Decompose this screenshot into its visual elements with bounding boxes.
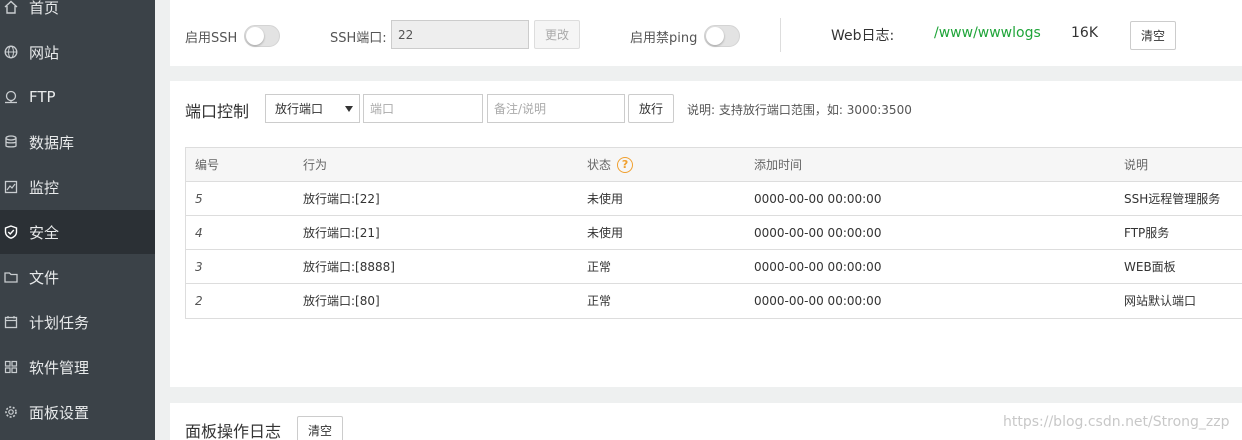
header-time: 添加时间: [754, 158, 803, 172]
table-row: 5 放行端口:[22] 未使用 0000-00-00 00:00:00 SSH远…: [186, 182, 1242, 216]
sidebar-item-label: 网站: [29, 43, 60, 62]
sidebar-item-label: 计划任务: [29, 313, 90, 332]
database-icon: [4, 135, 18, 149]
port-hint: 说明: 支持放行端口范围，如: 3000:3500: [687, 103, 912, 117]
weblog-label: Web日志:: [831, 28, 895, 44]
row-id: 4: [195, 225, 203, 240]
sidebar-item-software[interactable]: 软件管理: [0, 345, 155, 389]
row-action: 放行端口:[22]: [303, 192, 380, 206]
sidebar-item-label: 面板设置: [29, 403, 90, 422]
header-desc: 说明: [1124, 158, 1149, 172]
row-status: 未使用: [587, 192, 624, 206]
sidebar-item-database[interactable]: 数据库: [0, 120, 155, 164]
shield-icon: [4, 225, 18, 239]
calendar-icon: [4, 315, 18, 329]
chevron-down-icon: [345, 106, 353, 112]
header-status: 状态 ?: [587, 148, 634, 181]
header-id: 编号: [195, 158, 220, 172]
sidebar-item-settings[interactable]: 面板设置: [0, 390, 155, 434]
watermark: https://blog.csdn.net/Strong_zzp: [1003, 414, 1230, 430]
row-desc: FTP服务: [1124, 226, 1170, 240]
port-input[interactable]: 端口: [363, 94, 483, 123]
sidebar-item-security[interactable]: 安全: [0, 210, 155, 254]
row-id: 2: [195, 293, 203, 308]
ftp-icon: [4, 90, 18, 104]
remark-input[interactable]: 备注/说明: [487, 94, 625, 123]
weblog-size: 16K: [1071, 25, 1098, 41]
header-status-label: 状态: [587, 158, 612, 172]
header-action: 行为: [303, 158, 328, 172]
row-id: 5: [195, 191, 203, 206]
sidebar-item-cron[interactable]: 计划任务: [0, 300, 155, 344]
row-desc: SSH远程管理服务: [1124, 192, 1221, 206]
ping-toggle[interactable]: [704, 25, 740, 47]
row-status: 正常: [587, 294, 612, 308]
ssh-toggle[interactable]: [244, 25, 280, 47]
toggle-knob: [246, 27, 264, 45]
row-action: 放行端口:[21]: [303, 226, 380, 240]
toggle-knob: [706, 27, 724, 45]
sidebar: 首页 网站 FTP 数据库 监控 安全 文件 计划任务 软件管理 面板设置: [0, 0, 155, 440]
row-action: 放行端口:[80]: [303, 294, 380, 308]
row-status: 未使用: [587, 226, 624, 240]
port-control-title: 端口控制: [185, 102, 250, 121]
panel-log-title: 面板操作日志: [185, 422, 282, 440]
sidebar-item-monitor[interactable]: 监控: [0, 165, 155, 209]
sidebar-item-label: 数据库: [29, 133, 75, 152]
sidebar-item-website[interactable]: 网站: [0, 30, 155, 74]
ping-label: 启用禁ping: [630, 31, 698, 46]
sidebar-item-label: 首页: [29, 0, 60, 17]
table-header: 编号 行为 状态 ? 添加时间 说明: [186, 148, 1242, 182]
question-circle-icon[interactable]: ?: [617, 156, 634, 173]
row-action: 放行端口:[8888]: [303, 260, 395, 274]
ssh-port-label: SSH端口:: [330, 31, 387, 46]
gear-icon: [4, 405, 18, 419]
row-status: 正常: [587, 260, 612, 274]
folder-icon: [4, 270, 18, 284]
sidebar-item-label: 安全: [29, 223, 60, 242]
sidebar-item-label: 文件: [29, 268, 60, 287]
row-desc: 网站默认端口: [1124, 294, 1197, 308]
monitor-icon: [4, 180, 18, 194]
grid-icon: [4, 360, 18, 374]
sidebar-item-label: 监控: [29, 178, 60, 197]
sidebar-item-ftp[interactable]: FTP: [0, 75, 155, 119]
sidebar-item-label: FTP: [29, 88, 56, 106]
row-time: 0000-00-00 00:00:00: [754, 293, 882, 308]
rule-type-select[interactable]: 放行端口: [265, 94, 360, 123]
ssh-port-input[interactable]: 22: [391, 20, 529, 49]
port-rules-table: 编号 行为 状态 ? 添加时间 说明 5 放行端口:[22] 未使用 0000-…: [185, 147, 1242, 319]
settings-panel: 启用SSH SSH端口: 22 更改 启用禁ping Web日志: /www/w…: [170, 0, 1242, 66]
port-placeholder: 端口: [370, 102, 395, 116]
divider: [780, 18, 781, 52]
clear-weblog-button[interactable]: 清空: [1130, 21, 1176, 50]
sidebar-item-files[interactable]: 文件: [0, 255, 155, 299]
table-row: 2 放行端口:[80] 正常 0000-00-00 00:00:00 网站默认端…: [186, 284, 1242, 318]
sidebar-item-home[interactable]: 首页: [0, 0, 155, 29]
ssh-enable-label: 启用SSH: [185, 31, 238, 46]
sidebar-item-label: 软件管理: [29, 358, 90, 377]
clear-panel-log-button[interactable]: 清空: [297, 416, 343, 440]
home-icon: [4, 0, 18, 14]
ssh-port-value: 22: [398, 27, 414, 42]
globe-icon: [4, 45, 18, 59]
table-row: 3 放行端口:[8888] 正常 0000-00-00 00:00:00 WEB…: [186, 250, 1242, 284]
rule-type-value: 放行端口: [275, 102, 324, 116]
table-row: 4 放行端口:[21] 未使用 0000-00-00 00:00:00 FTP服…: [186, 216, 1242, 250]
remark-placeholder: 备注/说明: [494, 102, 547, 116]
weblog-path-link[interactable]: /www/wwwlogs: [934, 25, 1041, 41]
row-time: 0000-00-00 00:00:00: [754, 259, 882, 274]
row-id: 3: [195, 259, 203, 274]
change-port-button[interactable]: 更改: [534, 20, 580, 49]
port-control-panel: 端口控制 放行端口 端口 备注/说明 放行 说明: 支持放行端口范围，如: 30…: [170, 81, 1242, 387]
row-time: 0000-00-00 00:00:00: [754, 225, 882, 240]
row-desc: WEB面板: [1124, 260, 1176, 274]
allow-port-button[interactable]: 放行: [628, 94, 674, 123]
row-time: 0000-00-00 00:00:00: [754, 191, 882, 206]
